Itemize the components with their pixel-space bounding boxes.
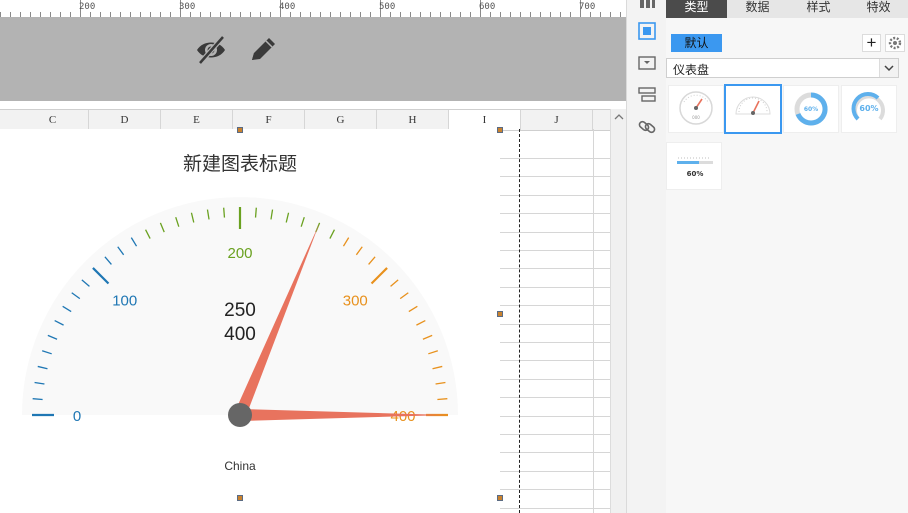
dial-gauge-icon[interactable]: 000 xyxy=(668,85,724,133)
gauge-minor-tick xyxy=(254,207,257,218)
chart-title: 新建图表标题 xyxy=(182,154,297,175)
gear-icon[interactable] xyxy=(885,34,905,52)
gauge-hub xyxy=(228,403,252,427)
tab-data[interactable]: 数据 xyxy=(727,0,788,18)
column-header-row: C D E F G H I J xyxy=(0,109,610,131)
ruler-label: 700 xyxy=(579,2,596,12)
tab-effects[interactable]: 特效 xyxy=(849,0,908,18)
ruler-label: 600 xyxy=(479,2,496,12)
gauge-value-1: 250 xyxy=(224,300,256,321)
gauge-tick-label: 200 xyxy=(227,245,252,262)
chart-icon[interactable] xyxy=(637,0,657,14)
ruler-label: 300 xyxy=(179,2,196,12)
panel-tabs: 类型 数据 样式 特效 xyxy=(666,0,908,18)
chart-properties-panel: 类型 数据 样式 特效 默认 + 仪表盘 000 60% 60% 60% xyxy=(666,0,908,513)
column-header[interactable]: D xyxy=(89,110,161,130)
grid-col-line xyxy=(593,129,594,513)
default-button[interactable]: 默认 xyxy=(671,34,722,52)
resize-handle[interactable] xyxy=(497,127,503,133)
gauge-minor-tick xyxy=(223,207,226,218)
resize-handle[interactable] xyxy=(237,495,243,501)
stack-icon[interactable] xyxy=(637,85,657,105)
ruler-label: 200 xyxy=(79,2,96,12)
series-label: China xyxy=(224,459,256,473)
top-ruler: 200 300 400 500 600 700 xyxy=(0,0,626,18)
ruler-label: 500 xyxy=(379,2,396,12)
resize-handle[interactable] xyxy=(497,311,503,317)
gauge-minor-tick xyxy=(32,398,43,401)
add-icon[interactable]: + xyxy=(862,34,881,52)
insert-icon[interactable] xyxy=(637,53,657,73)
column-header[interactable]: J xyxy=(521,110,593,130)
half-gauge-icon[interactable] xyxy=(724,84,782,134)
resize-handle[interactable] xyxy=(497,495,503,501)
chart-type-select-value: 仪表盘 xyxy=(673,63,710,77)
gauge-tick-label: 300 xyxy=(343,293,368,310)
column-header[interactable]: G xyxy=(305,110,377,130)
gauge-chart[interactable]: 0 100 200 300 400 新建图表标题 250 400 China xyxy=(0,129,500,513)
chevron-down-icon[interactable] xyxy=(879,59,898,77)
ring-gauge-label: 60% xyxy=(804,106,818,113)
chart-overlay-toolbar xyxy=(0,17,626,102)
ring-gauge-icon[interactable]: 60% xyxy=(783,85,839,133)
arc-gauge-label: 60% xyxy=(859,104,878,113)
side-icon-bar xyxy=(626,0,667,513)
link-icon[interactable] xyxy=(637,117,657,137)
chart-type-select[interactable]: 仪表盘 xyxy=(666,58,899,78)
gauge-value-2: 400 xyxy=(224,324,256,345)
svg-text:000: 000 xyxy=(692,115,700,120)
column-header[interactable]: E xyxy=(161,110,233,130)
column-header[interactable]: C xyxy=(17,110,89,130)
tab-style[interactable]: 样式 xyxy=(788,0,849,18)
page-break-line xyxy=(519,129,520,513)
arc-gauge-icon[interactable]: 60% xyxy=(841,85,897,133)
pencil-icon[interactable] xyxy=(244,32,280,68)
bar-gauge-icon[interactable]: 60% xyxy=(666,142,722,190)
eye-slash-icon[interactable] xyxy=(193,32,229,68)
resize-handle[interactable] xyxy=(237,127,243,133)
bar-gauge-label: 60% xyxy=(687,170,704,178)
tab-type[interactable]: 类型 xyxy=(666,0,727,18)
gauge-tick-label: 100 xyxy=(112,293,137,310)
gauge-tick-label: 0 xyxy=(73,408,81,425)
gauge-minor-tick xyxy=(437,398,448,401)
box-icon[interactable] xyxy=(637,21,657,41)
scroll-up-icon[interactable] xyxy=(611,109,627,125)
ruler-label: 400 xyxy=(279,2,296,12)
column-header[interactable]: F xyxy=(233,110,305,130)
column-header[interactable]: H xyxy=(377,110,449,130)
vertical-scrollbar[interactable] xyxy=(610,109,627,513)
column-header-selected[interactable]: I xyxy=(449,110,521,130)
